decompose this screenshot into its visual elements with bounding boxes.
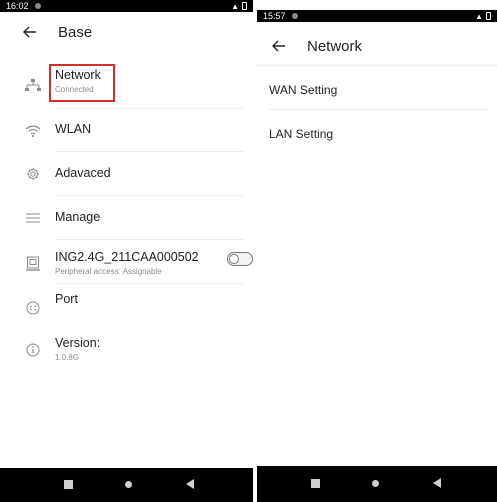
back-button[interactable]	[186, 479, 194, 489]
list-item-wan-setting[interactable]: WAN Setting	[269, 83, 337, 97]
back-arrow-icon[interactable]	[259, 31, 299, 61]
gear-icon	[22, 163, 44, 185]
toggle-knob	[229, 254, 239, 264]
recents-button[interactable]	[64, 480, 73, 489]
recents-button[interactable]	[311, 479, 320, 488]
app-toolbar: Network	[257, 26, 497, 66]
page-title: Base	[58, 23, 93, 41]
divider	[257, 65, 497, 66]
network-screen: 15:57 ▲ Network WAN Setting LAN Setting	[257, 0, 497, 502]
wifi-icon	[22, 120, 44, 142]
divider	[55, 283, 243, 284]
menu-icon	[22, 207, 44, 229]
notification-icon	[34, 3, 41, 9]
status-time: 16:02	[6, 1, 29, 11]
device-icon	[22, 253, 44, 275]
list-item-label: Manage	[55, 210, 101, 224]
list-item-label: ING2.4G_211CAA000502	[55, 250, 199, 264]
list-item-label: Version:	[55, 336, 101, 350]
port-icon	[22, 297, 44, 319]
network-icon	[22, 74, 44, 96]
app-toolbar: Base	[0, 12, 253, 52]
base-screen: 16:02 ▲ Base Network Connected WLAN Adav…	[0, 0, 253, 502]
status-icons: ▲	[231, 2, 247, 11]
divider	[55, 108, 243, 109]
highlight-box	[49, 64, 115, 102]
signal-icon: ▲	[475, 11, 483, 21]
divider	[55, 151, 243, 152]
back-button[interactable]	[433, 478, 441, 488]
battery-icon	[242, 2, 247, 10]
divider	[55, 195, 243, 196]
navigation-bar	[257, 466, 497, 502]
list-item-sublabel: Peripheral access: Assignable	[55, 267, 162, 276]
home-button[interactable]	[125, 481, 132, 488]
page-title: Network	[307, 37, 363, 55]
notification-icon	[291, 13, 298, 19]
list-item-label: Port	[55, 292, 78, 306]
list-item-lan-setting[interactable]: LAN Setting	[269, 127, 333, 141]
navigation-bar	[0, 468, 253, 502]
info-icon	[22, 339, 44, 361]
home-button[interactable]	[372, 480, 379, 487]
back-arrow-icon[interactable]	[10, 17, 50, 47]
divider	[55, 239, 243, 240]
version-value: 1.0.8G	[55, 353, 80, 362]
list-item-label: Adavaced	[55, 166, 111, 180]
status-bar: 16:02 ▲	[0, 0, 253, 12]
status-time: 15:57	[263, 11, 286, 21]
signal-icon: ▲	[231, 1, 239, 11]
status-icons: ▲	[475, 12, 491, 21]
battery-icon	[486, 12, 491, 20]
divider	[269, 109, 487, 110]
status-bar: 15:57 ▲	[257, 10, 497, 22]
list-item-label: WLAN	[55, 122, 92, 136]
peripheral-access-toggle[interactable]	[227, 252, 253, 266]
